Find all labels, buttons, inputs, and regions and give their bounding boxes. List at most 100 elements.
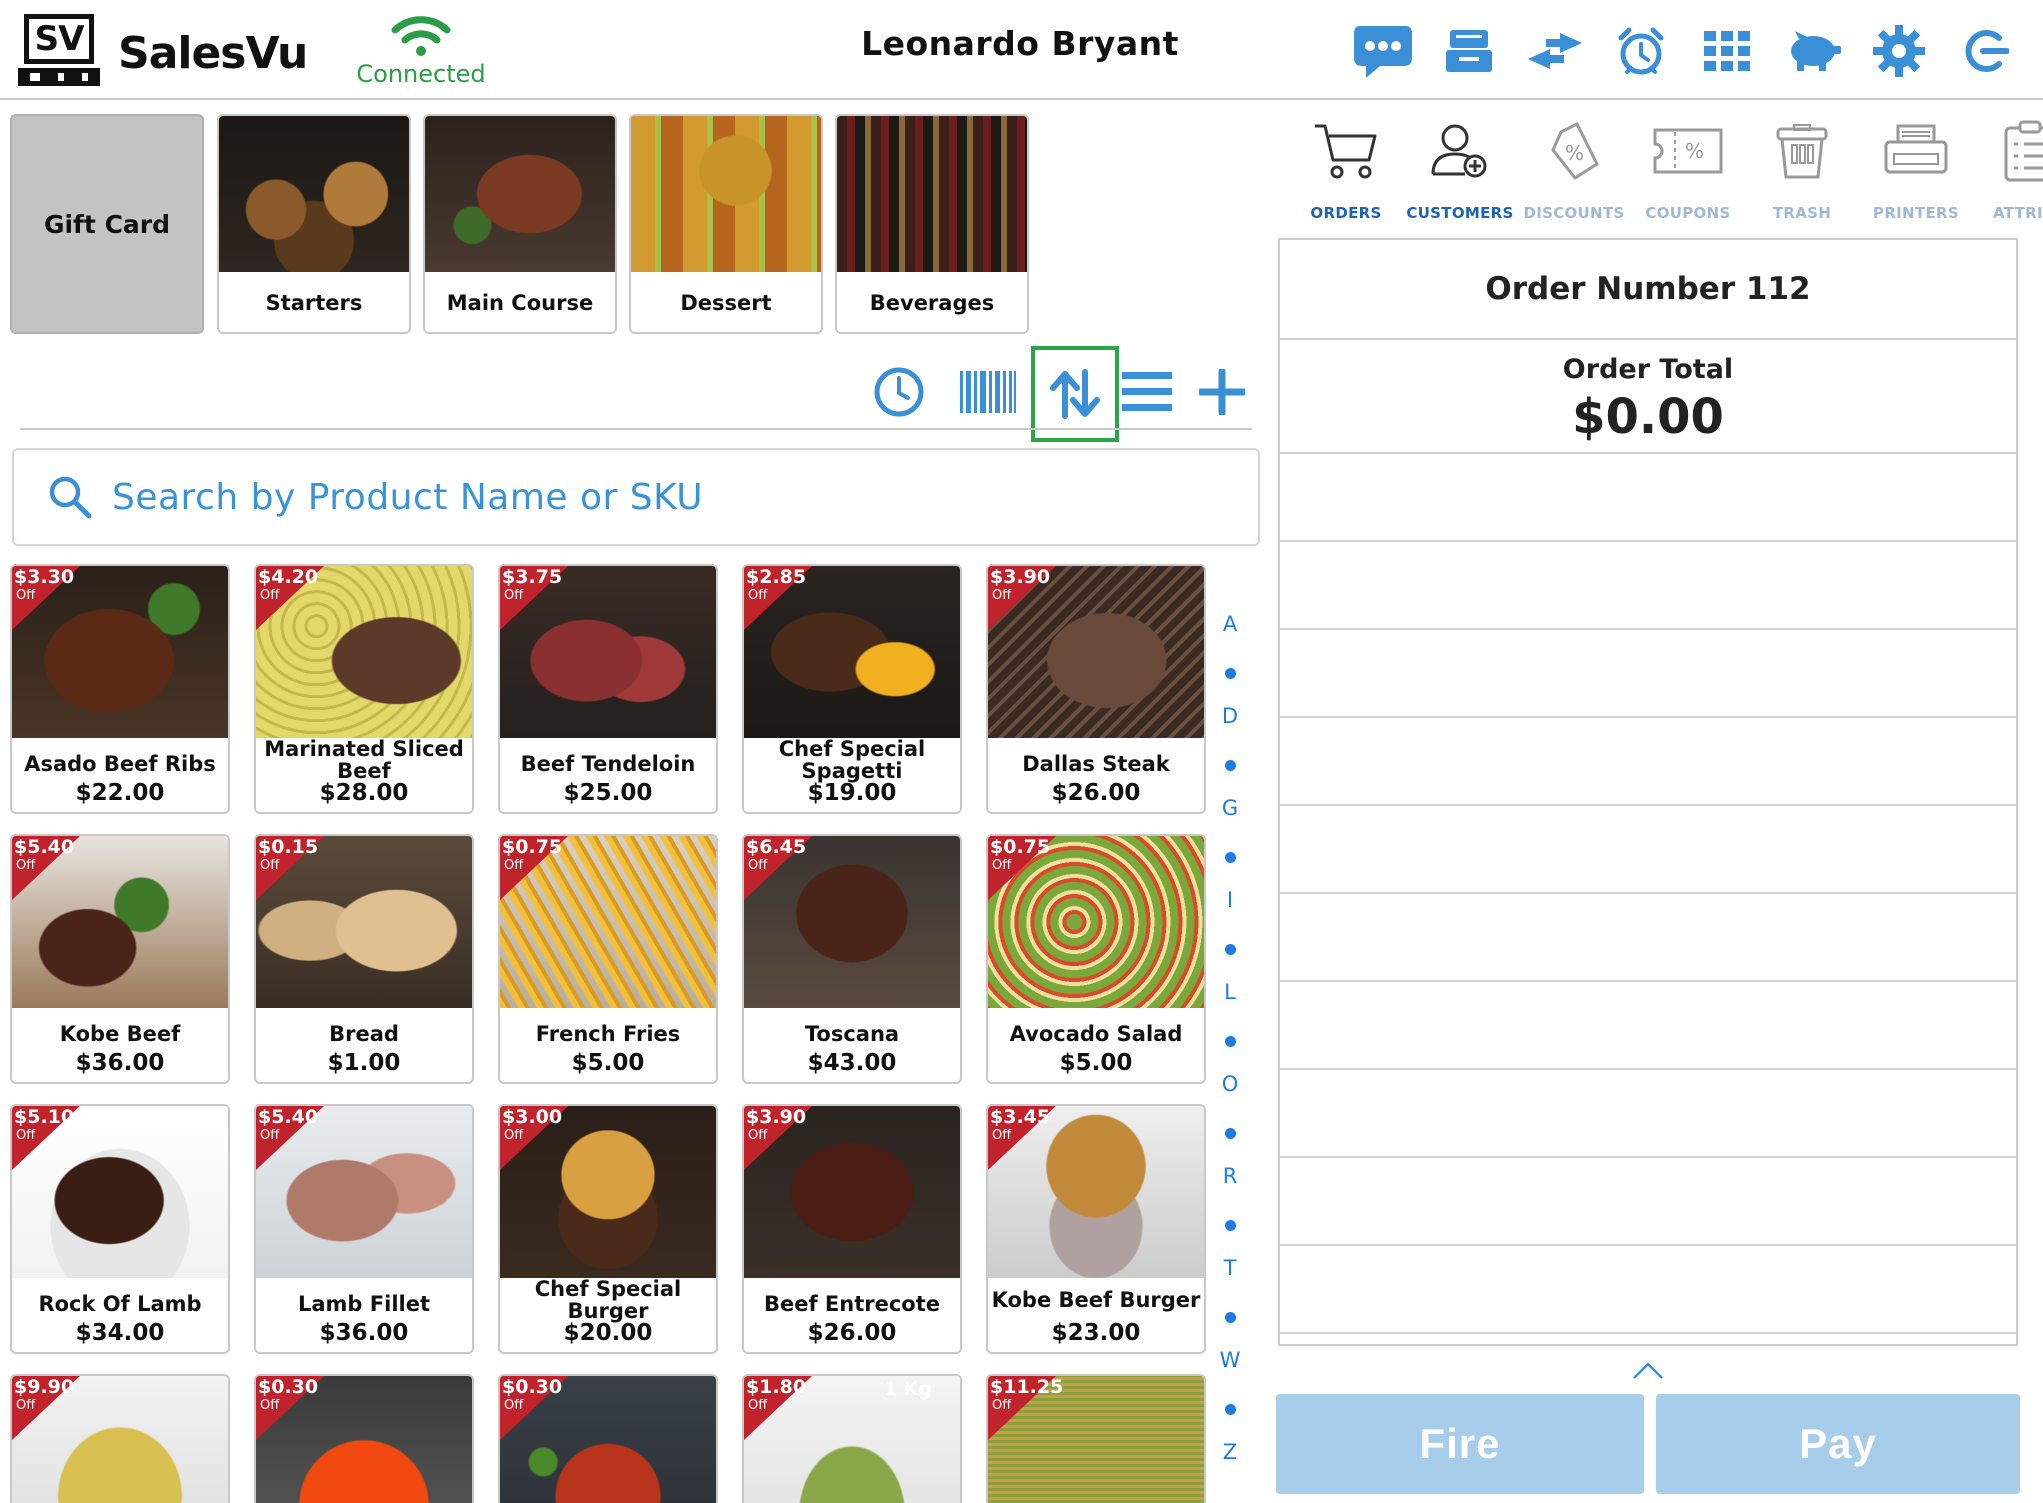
discount-off-label: Off [992,1128,1012,1143]
attributes-icon [2004,120,2043,182]
product-card[interactable]: $6.45 Off Toscana $43.00 [742,834,962,1084]
alpha-index-letter[interactable]: W [1212,1348,1248,1372]
product-card[interactable]: $0.75 Off Avocado Salad $5.00 [986,834,1206,1084]
chat-icon[interactable] [1340,16,1426,86]
order-number: Order Number 112 [1280,240,2016,340]
add-icon[interactable] [1185,350,1259,434]
clock-icon[interactable] [862,350,936,434]
alpha-index-letter[interactable]: D [1212,704,1248,728]
order-line-empty [1280,1246,2016,1334]
grid-menu-icon[interactable] [1684,16,1770,86]
settings-gear-icon[interactable] [1856,16,1942,86]
product-card[interactable]: $0.30 Off [254,1374,474,1503]
alpha-index-letter[interactable]: Z [1212,1440,1248,1464]
discount-badge: $5.40 Off [12,836,80,900]
product-card[interactable]: $5.10 Off Rock Of Lamb $34.00 [10,1104,230,1354]
product-price: $25.00 [563,780,653,806]
toolbar-divider [20,428,1252,430]
tab-orders[interactable]: ORDERS [1289,112,1403,228]
product-card[interactable]: $0.30 Off [498,1374,718,1503]
alpha-index-dot [1225,852,1236,863]
dessert-image [631,116,821,272]
category-gift-card[interactable]: Gift Card [10,114,204,334]
tab-coupons[interactable]: % COUPONS [1631,112,1745,228]
tab-customers[interactable]: CUSTOMERS [1403,112,1517,228]
discount-off-label: Off [992,1398,1012,1413]
main-course-image [425,116,615,272]
transfer-icon[interactable] [1512,16,1598,86]
alpha-index-letter[interactable]: L [1212,980,1248,1004]
order-line-empty [1280,1158,2016,1246]
category-beverages[interactable]: Beverages [835,114,1029,334]
search-input[interactable] [112,476,1258,518]
alpha-index-dot [1225,668,1236,679]
alpha-index-dot [1225,1404,1236,1415]
discount-badge: $1.80 Off [744,1376,812,1440]
alpha-index-letter[interactable]: I [1212,888,1248,912]
product-name: Asado Beef Ribs [24,752,216,776]
order-total-label: Order Total [1562,354,1734,385]
fire-button[interactable]: Fire [1276,1394,1644,1494]
order-panel: Order Number 112 Order Total $0.00 [1278,238,2018,1346]
alpha-index-dot [1225,944,1236,955]
product-name: Avocado Salad [1009,1022,1183,1046]
alpha-index-letter[interactable]: A [1212,612,1248,636]
barcode-icon[interactable] [951,350,1025,434]
product-card[interactable]: $5.40 Off Lamb Fillet $36.00 [254,1104,474,1354]
piggy-bank-icon[interactable] [1770,16,1856,86]
product-card[interactable]: $2.85 Off Chef Special Spagetti $19.00 [742,564,962,814]
logout-icon[interactable] [1942,16,2028,86]
product-card[interactable]: $3.00 Off Chef Special Burger $20.00 [498,1104,718,1354]
order-line-empty [1280,806,2016,894]
product-price: $20.00 [563,1320,653,1346]
discount-tag-icon: % [1551,122,1599,180]
product-card[interactable]: $5.40 Off Kobe Beef $36.00 [10,834,230,1084]
product-card[interactable]: $3.75 Off Beef Tendeloin $25.00 [498,564,718,814]
product-name: Bread [329,1022,399,1046]
product-card[interactable]: $4.20 Off Marinated Sliced Beef $28.00 [254,564,474,814]
product-price: $43.00 [807,1050,897,1076]
product-price: $1.00 [327,1050,401,1076]
top-bar: SV SalesVu Connected Leonardo Bryant [0,0,2043,100]
alpha-index-letter[interactable]: T [1212,1256,1248,1280]
product-card[interactable]: $0.15 Off Bread $1.00 [254,834,474,1084]
tab-printers[interactable]: PRINTERS [1859,112,1973,228]
discount-amount: $2.85 [746,566,807,588]
product-card[interactable]: $0.75 Off French Fries $5.00 [498,834,718,1084]
discount-amount: $3.90 [746,1106,807,1128]
search-icon [49,476,92,519]
add-customer-icon [1431,124,1487,178]
expand-up-icon[interactable] [1632,1360,1664,1384]
pay-button[interactable]: Pay [1656,1394,2020,1494]
product-card[interactable]: $3.30 Off Asado Beef Ribs $22.00 [10,564,230,814]
tab-discounts[interactable]: % DISCOUNTS [1517,112,1631,228]
tab-attributes[interactable]: ATTRIBU [1973,112,2043,228]
discount-amount: $3.90 [990,566,1051,588]
alarm-clock-icon[interactable] [1598,16,1684,86]
alpha-index-letter[interactable]: G [1212,796,1248,820]
product-card[interactable]: $3.90 Off Beef Entrecote $26.00 [742,1104,962,1354]
discount-badge: $11.25 Off [988,1376,1063,1440]
list-icon[interactable] [1110,350,1184,434]
category-main-course[interactable]: Main Course [423,114,617,334]
product-name: Rock Of Lamb [38,1292,202,1316]
category-starters[interactable]: Starters [217,114,411,334]
discount-off-label: Off [504,588,524,603]
alpha-index-letter[interactable]: O [1212,1072,1248,1096]
product-card[interactable]: $3.45 Off Kobe Beef Burger $23.00 [986,1104,1206,1354]
product-price: $28.00 [319,780,409,806]
product-card[interactable]: $11.25 Off [986,1374,1206,1503]
alpha-index-letter[interactable]: R [1212,1164,1248,1188]
product-card[interactable]: 1 Kg $1.80 Off [742,1374,962,1503]
salesvu-logo-icon: SV [18,14,100,86]
tab-trash[interactable]: TRASH [1745,112,1859,228]
order-line-empty [1280,982,2016,1070]
product-card[interactable]: $3.90 Off Dallas Steak $26.00 [986,564,1206,814]
svg-text:%: % [1685,139,1704,163]
discount-badge: $3.90 Off [988,566,1056,630]
discount-amount: $0.30 [502,1376,563,1398]
discount-off-label: Off [260,1398,280,1413]
product-card[interactable]: $9.90 Off [10,1374,230,1503]
category-dessert[interactable]: Dessert [629,114,823,334]
cash-drawer-icon[interactable] [1426,16,1512,86]
